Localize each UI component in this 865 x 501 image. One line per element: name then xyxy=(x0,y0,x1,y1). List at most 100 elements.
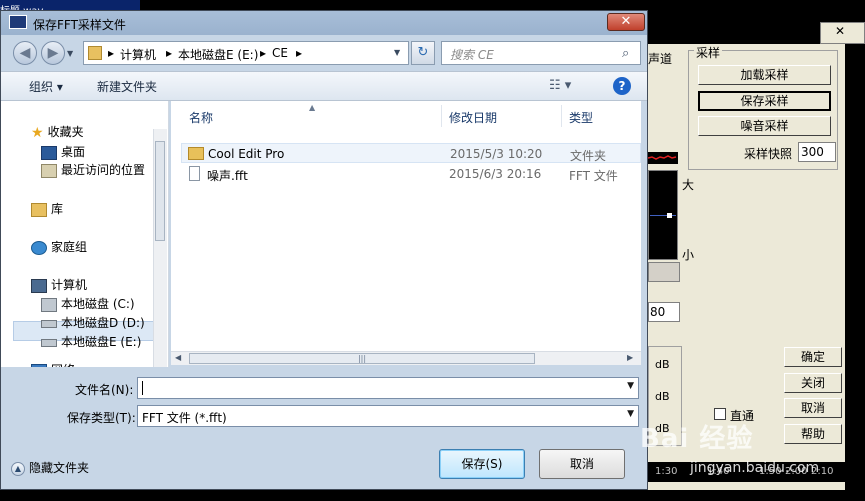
gray-field xyxy=(648,262,680,282)
computer-icon xyxy=(31,278,47,293)
close-button[interactable]: 关闭 xyxy=(784,373,842,393)
file-type: 文件夹 xyxy=(570,149,607,163)
breadcrumb-separator-icon[interactable]: ▸ xyxy=(166,46,172,60)
spectrum-handle[interactable] xyxy=(667,213,672,218)
small-label: 小 xyxy=(682,248,695,262)
ok-button[interactable]: 确定 xyxy=(784,347,842,367)
nav-libraries[interactable]: 库 xyxy=(31,200,63,217)
hide-folders-toggle[interactable]: ▲ 隐藏文件夹 xyxy=(11,459,89,476)
save-button[interactable]: 保存(S) xyxy=(439,449,525,479)
cancel-button[interactable]: 取消 xyxy=(539,449,625,479)
navigation-pane: ★ 收藏夹 桌面 最近访问的位置 库 家庭组 计算机 本地磁盘 (C:) 本地磁盘… xyxy=(1,101,169,367)
nav-drive-c[interactable]: 本地磁盘 (C:) xyxy=(41,295,135,312)
hide-folders-label: 隐藏文件夹 xyxy=(29,461,90,475)
nav-favorites-label: 收藏夹 xyxy=(47,125,84,139)
recent-places-icon xyxy=(41,163,57,178)
value-field[interactable]: 80 xyxy=(648,302,680,322)
app-icon xyxy=(9,15,27,29)
baidu-watermark: Bai 经验 xyxy=(640,424,754,454)
nav-computer-label: 计算机 xyxy=(51,278,88,292)
nav-homegroup-label: 家庭组 xyxy=(51,240,88,254)
desktop-icon xyxy=(41,145,57,160)
column-separator[interactable] xyxy=(441,105,442,127)
breadcrumb-separator-icon[interactable]: ▸ xyxy=(108,46,114,60)
horizontal-scrollbar[interactable]: ◀ ||| ▶ xyxy=(171,351,641,365)
column-header-type[interactable]: 类型 xyxy=(569,109,593,126)
save-sample-button[interactable]: 保存采样 xyxy=(698,91,831,111)
file-row[interactable]: Cool Edit Pro 2015/5/3 10:20 文件夹 xyxy=(181,143,641,163)
sample-group-label: 采样 xyxy=(694,44,723,61)
nav-computer[interactable]: 计算机 xyxy=(31,276,87,293)
organize-menu[interactable]: 组织 ▾ xyxy=(29,78,63,95)
drive-icon xyxy=(41,319,57,328)
noise-sample-button[interactable]: 噪音采样 xyxy=(698,116,831,136)
background-waveform-edge xyxy=(845,44,865,484)
folder-icon xyxy=(88,46,102,60)
back-arrow-icon[interactable]: ◀ xyxy=(13,41,37,65)
channel-label: 声道 xyxy=(648,52,673,66)
close-icon[interactable]: ✕ xyxy=(607,13,645,31)
breadcrumb-computer[interactable]: 计算机 xyxy=(120,46,156,63)
file-name: 噪声.fft xyxy=(207,169,248,183)
nav-drive-e[interactable]: 本地磁盘E (E:) xyxy=(41,333,141,350)
breadcrumb-drive-e[interactable]: 本地磁盘E (E:) xyxy=(178,46,258,63)
forward-arrow-icon[interactable]: ▶ xyxy=(41,41,65,65)
level-strip xyxy=(647,152,678,164)
cancel-bg-button[interactable]: 取消 xyxy=(784,398,842,418)
nav-recent[interactable]: 最近访问的位置 xyxy=(41,161,145,178)
nav-scrollbar-thumb[interactable] xyxy=(155,141,165,241)
file-name: Cool Edit Pro xyxy=(208,147,285,161)
address-row: ◀ ▶ ▼ ▸ 计算机 ▸ 本地磁盘E (E:) ▸ CE ▸ ▼ ↻ 搜索 C… xyxy=(1,35,647,71)
snapshot-input[interactable]: 300 xyxy=(798,142,836,162)
filetype-value: FFT 文件 (*.fft) xyxy=(142,411,227,425)
nav-libraries-label: 库 xyxy=(51,202,64,216)
nav-drive-e-label: 本地磁盘E (E:) xyxy=(61,335,142,349)
breadcrumb-separator-icon[interactable]: ▸ xyxy=(296,46,302,60)
scroll-left-icon[interactable]: ◀ xyxy=(175,353,181,362)
chevron-down-icon[interactable]: ▼ xyxy=(627,381,634,391)
help-button[interactable]: 帮助 xyxy=(784,424,842,444)
big-label: 大 xyxy=(682,178,695,192)
document-icon xyxy=(189,166,200,181)
text-caret xyxy=(142,381,143,395)
column-separator[interactable] xyxy=(561,105,562,127)
new-folder-button[interactable]: 新建文件夹 xyxy=(97,78,157,95)
column-header-name[interactable]: 名称 xyxy=(189,109,213,126)
filetype-label: 保存类型(T): xyxy=(67,411,136,425)
column-header-date[interactable]: 修改日期 xyxy=(449,109,497,126)
chevron-down-icon[interactable]: ▼ xyxy=(627,409,634,419)
load-sample-button[interactable]: 加载采样 xyxy=(698,65,831,85)
nav-drive-d[interactable]: 本地磁盘D (D:) xyxy=(41,314,145,331)
address-dropdown-icon[interactable]: ▼ xyxy=(394,48,400,57)
nav-drive-d-label: 本地磁盘D (D:) xyxy=(61,316,145,330)
scroll-right-icon[interactable]: ▶ xyxy=(627,353,633,362)
search-input[interactable]: 搜索 CE ⌕ xyxy=(441,41,641,65)
background-close-icon[interactable]: ✕ xyxy=(835,24,845,38)
drive-icon xyxy=(41,338,57,347)
folder-icon xyxy=(188,147,204,160)
breadcrumb-separator-icon[interactable]: ▸ xyxy=(260,46,266,60)
history-dropdown-icon[interactable]: ▼ xyxy=(67,49,73,58)
nav-favorites[interactable]: ★ 收藏夹 xyxy=(31,123,84,141)
file-date: 2015/6/3 20:16 xyxy=(449,167,542,181)
homegroup-icon xyxy=(31,240,47,255)
search-icon[interactable]: ⌕ xyxy=(622,46,629,61)
db-label: dB xyxy=(655,358,670,371)
breadcrumb-ce[interactable]: CE xyxy=(272,46,288,60)
refresh-icon[interactable]: ↻ xyxy=(411,41,435,65)
filetype-select[interactable]: FFT 文件 (*.fft) ▼ xyxy=(137,405,639,427)
help-icon[interactable]: ? xyxy=(613,77,631,95)
filename-label: 文件名(N): xyxy=(75,383,134,397)
dialog-titlebar[interactable]: 保存FFT采样文件 ✕ xyxy=(1,11,647,35)
horizontal-scrollbar-thumb[interactable]: ||| xyxy=(189,353,535,364)
filename-input[interactable]: ▼ xyxy=(137,377,639,399)
star-icon: ★ xyxy=(31,124,44,141)
file-row[interactable]: 噪声.fft 2015/6/3 20:16 FFT 文件 xyxy=(181,164,641,184)
nav-homegroup[interactable]: 家庭组 xyxy=(31,238,87,255)
dialog-title: 保存FFT采样文件 xyxy=(33,18,126,32)
baidu-watermark-url: jingyan.baidu.com xyxy=(690,460,820,476)
view-options-icon[interactable]: ☷ ▾ xyxy=(549,78,571,93)
address-bar[interactable]: ▸ 计算机 ▸ 本地磁盘E (E:) ▸ CE ▸ ▼ xyxy=(83,41,409,65)
nav-desktop[interactable]: 桌面 xyxy=(41,143,85,160)
command-toolbar: 组织 ▾ 新建文件夹 ☷ ▾ ? xyxy=(1,71,647,101)
